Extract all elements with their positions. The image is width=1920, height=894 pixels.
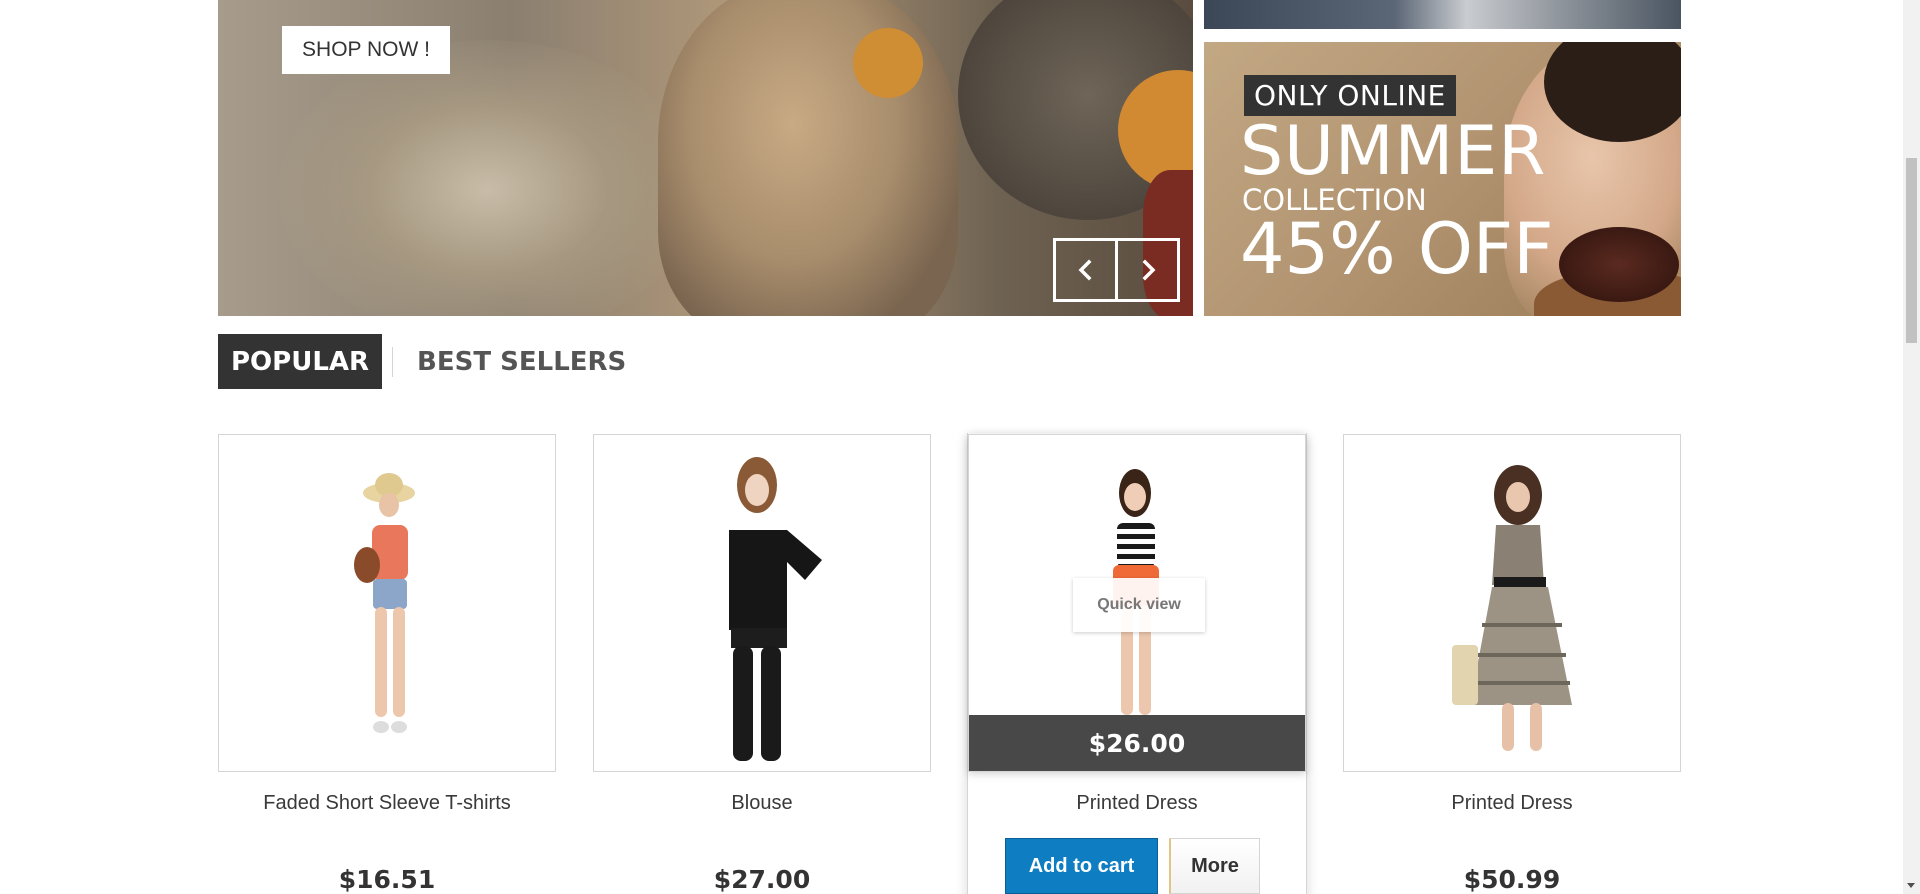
shop-now-button[interactable]: SHOP NOW !: [282, 26, 450, 74]
slider-image-flowers: [278, 40, 698, 316]
product-name[interactable]: Printed Dress: [968, 792, 1306, 815]
slider-prev-button[interactable]: [1056, 241, 1115, 299]
slider-next-button[interactable]: [1115, 241, 1177, 299]
tab-best-sellers[interactable]: BEST SELLERS: [403, 334, 640, 389]
product-price: $16.51: [338, 865, 436, 894]
banner-summer-text: SUMMER: [1240, 112, 1547, 191]
tab-divider: [392, 346, 394, 377]
scroll-down-arrow-icon[interactable]: [1907, 883, 1915, 888]
banner-only-online: ONLY ONLINE: [1244, 75, 1456, 116]
chevron-right-icon: [1142, 259, 1155, 281]
product-card-hovered: Quick view $26.00 Printed Dress Add to c…: [967, 433, 1307, 894]
banner-discount-text: 45% OFF: [1240, 208, 1554, 290]
banner-model-sunglasses: [1559, 227, 1679, 302]
product-price: $50.99: [1463, 865, 1561, 894]
product-image[interactable]: [218, 434, 556, 772]
product-name[interactable]: Blouse: [593, 792, 931, 815]
page: SHOP NOW ! ONLY ONLINE SUMMER COLLECTION…: [0, 0, 1920, 894]
product-image[interactable]: Quick view $26.00: [968, 434, 1306, 772]
more-button[interactable]: More: [1169, 838, 1260, 894]
product-card: Printed Dress $50.99: [1343, 434, 1681, 894]
chevron-left-icon: [1078, 259, 1091, 281]
tab-popular[interactable]: POPULAR: [218, 334, 383, 389]
page-scrollbar[interactable]: [1903, 0, 1920, 894]
product-model-figure: [354, 473, 415, 733]
banner-top[interactable]: [1204, 0, 1681, 29]
product-name[interactable]: Faded Short Sleeve T-shirts: [218, 792, 556, 815]
product-model-figure: [1452, 465, 1572, 751]
scrollbar-thumb[interactable]: [1906, 158, 1917, 343]
product-name[interactable]: Printed Dress: [1343, 792, 1681, 815]
product-card: Faded Short Sleeve T-shirts $16.51: [218, 434, 556, 894]
banner-summer-collection[interactable]: ONLY ONLINE SUMMER COLLECTION 45% OFF: [1204, 42, 1681, 316]
product-tabs: POPULAR BEST SELLERS: [218, 334, 640, 389]
quick-view-button[interactable]: Quick view: [1073, 578, 1205, 632]
product-image[interactable]: [1343, 434, 1681, 772]
product-price: $27.00: [713, 865, 811, 894]
product-model-figure: [729, 457, 822, 761]
product-price-bar: $26.00: [969, 715, 1305, 771]
add-to-cart-button[interactable]: Add to cart: [1005, 838, 1158, 894]
slider-nav: [1053, 238, 1180, 302]
product-actions: Add to cart More: [1005, 838, 1260, 894]
product-image[interactable]: [593, 434, 931, 772]
slider-image-mitten: [853, 28, 923, 98]
product-card: Blouse $27.00: [593, 434, 931, 894]
